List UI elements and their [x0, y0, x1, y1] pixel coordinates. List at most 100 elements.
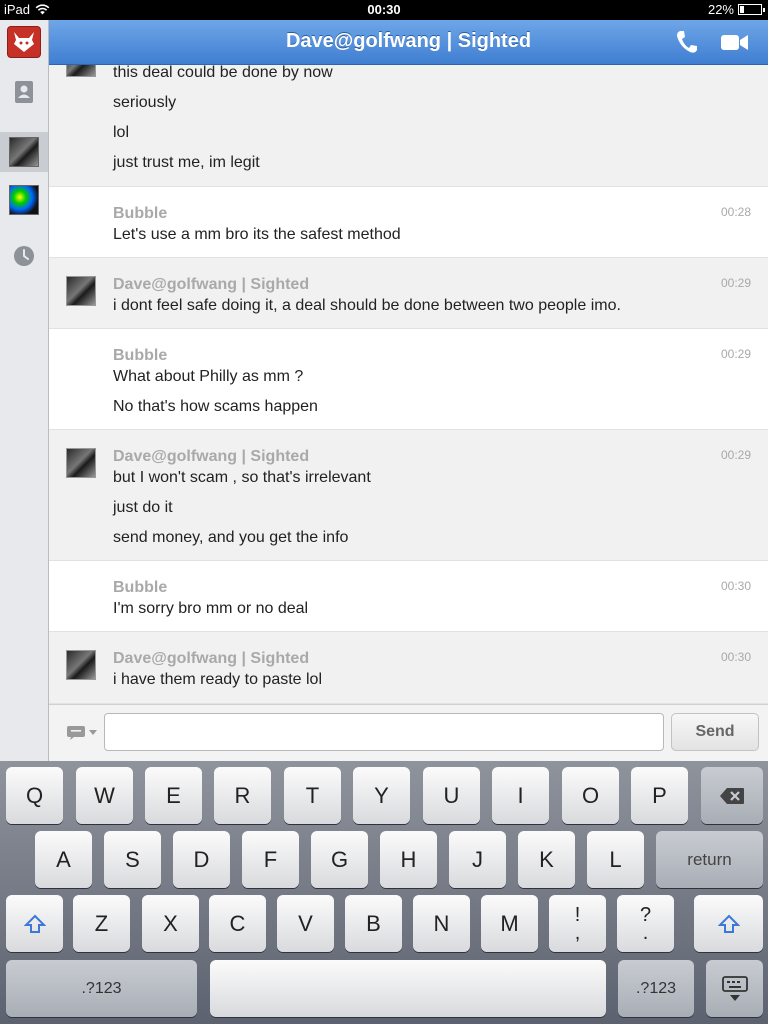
message-text: i dont feel safe doing it, a deal should…: [113, 297, 621, 314]
keyboard-dismiss-icon: [721, 975, 748, 1001]
key-p[interactable]: P: [631, 767, 688, 824]
message-sender: Dave@golfwang | Sighted: [113, 448, 310, 465]
message-text: just trust me, im legit: [113, 154, 260, 171]
on-screen-keyboard: Q W E R T Y U I O P A S D F G H J K L re…: [0, 761, 768, 1024]
return-key[interactable]: return: [656, 831, 763, 888]
key-i[interactable]: I: [492, 767, 549, 824]
app: Dave@golfwang | Sighted this deal could …: [0, 20, 768, 761]
message-text: just do it: [113, 499, 173, 516]
status-right: 22%: [707, 2, 765, 17]
shift-icon: [717, 914, 740, 933]
contacts-button[interactable]: [0, 72, 48, 112]
key-a[interactable]: A: [35, 831, 92, 888]
key-l[interactable]: L: [587, 831, 644, 888]
key-k[interactable]: K: [518, 831, 575, 888]
message-text: send money, and you get the info: [113, 529, 349, 546]
key-t[interactable]: T: [284, 767, 341, 824]
backspace-icon: [720, 787, 744, 804]
recent-button[interactable]: [0, 236, 48, 276]
message-text: seriously: [113, 94, 177, 111]
avatar: [66, 650, 96, 680]
emoticon-button[interactable]: [57, 716, 105, 750]
message-group: Bubble 00:29 What about Philly as mm ? N…: [49, 329, 768, 430]
message-text: this deal could be done by now: [113, 65, 333, 81]
status-time: 00:30: [367, 2, 401, 17]
clock-icon: [14, 246, 34, 266]
dismiss-keyboard-key[interactable]: [706, 960, 763, 1017]
key-h[interactable]: H: [380, 831, 437, 888]
backspace-key[interactable]: [701, 767, 763, 824]
shift-key-left[interactable]: [6, 895, 63, 952]
key-y[interactable]: Y: [353, 767, 410, 824]
message-sender: Bubble: [113, 205, 168, 222]
key-s[interactable]: S: [104, 831, 161, 888]
avatar: [66, 448, 96, 478]
key-b[interactable]: B: [345, 895, 402, 952]
conversation-title: Dave@golfwang | Sighted: [285, 30, 532, 52]
key-exclamation-comma[interactable]: ! ,: [549, 895, 606, 952]
status-bar: iPad 00:30 22%: [0, 0, 768, 20]
key-r[interactable]: R: [214, 767, 271, 824]
message-time: 00:30: [720, 579, 751, 593]
key-q[interactable]: Q: [6, 767, 63, 824]
message-text: I'm sorry bro mm or no deal: [113, 600, 309, 617]
key-e[interactable]: E: [145, 767, 202, 824]
key-w[interactable]: W: [76, 767, 133, 824]
numbers-key-right[interactable]: .?123: [618, 960, 694, 1017]
devil-icon[interactable]: [7, 26, 41, 58]
message-sender: Bubble: [113, 579, 168, 596]
avatar: [66, 276, 96, 306]
key-u[interactable]: U: [423, 767, 480, 824]
avatar: [9, 137, 39, 167]
message-time: 00:29: [720, 448, 751, 462]
sidebar: [0, 20, 49, 761]
video-call-icon[interactable]: [720, 29, 750, 55]
battery-icon: [738, 4, 765, 15]
avatar: [9, 185, 39, 215]
key-x[interactable]: X: [142, 895, 199, 952]
chat-header: Dave@golfwang | Sighted: [49, 20, 768, 65]
key-v[interactable]: V: [277, 895, 334, 952]
space-key[interactable]: [210, 960, 606, 1017]
message-sender: Bubble: [113, 347, 168, 364]
shift-icon: [23, 914, 46, 933]
send-button[interactable]: Send: [671, 713, 759, 751]
key-g[interactable]: G: [311, 831, 368, 888]
message-group: Dave@golfwang | Sighted 00:29 i dont fee…: [49, 258, 768, 329]
key-d[interactable]: D: [173, 831, 230, 888]
contacts-icon: [15, 81, 33, 103]
composer: Send: [49, 704, 768, 761]
phone-icon[interactable]: [675, 29, 699, 55]
numbers-key-left[interactable]: .?123: [6, 960, 197, 1017]
battery-level: [740, 6, 745, 13]
key-z[interactable]: Z: [73, 895, 130, 952]
key-j[interactable]: J: [449, 831, 506, 888]
message-input[interactable]: [104, 713, 664, 751]
key-o[interactable]: O: [562, 767, 619, 824]
message-group: Dave@golfwang | Sighted 00:30 i have the…: [49, 632, 768, 704]
message-group: Bubble 00:30 I'm sorry bro mm or no deal: [49, 561, 768, 632]
key-glyph-top: !: [574, 903, 581, 926]
sidebar-item-conversation-other[interactable]: [0, 180, 48, 220]
key-question-period[interactable]: ? .: [617, 895, 674, 952]
message-list[interactable]: this deal could be done by now seriously…: [49, 65, 768, 704]
key-f[interactable]: F: [242, 831, 299, 888]
battery-percent: 22%: [707, 2, 734, 17]
avatar: [66, 65, 96, 77]
message-text: lol: [113, 124, 130, 141]
key-n[interactable]: N: [413, 895, 470, 952]
message-text: but I won't scam , so that's irrelevant: [113, 469, 371, 486]
key-glyph-bottom: .: [642, 921, 649, 944]
message-text: i have them ready to paste lol: [113, 671, 323, 688]
shift-key-right[interactable]: [694, 895, 763, 952]
sidebar-item-conversation-dave[interactable]: [0, 132, 48, 172]
message-sender: Dave@golfwang | Sighted: [113, 650, 310, 667]
chevron-down-icon: [88, 730, 97, 735]
message-time: 00:28: [720, 205, 751, 219]
message-group: this deal could be done by now seriously…: [49, 65, 768, 187]
message-time: 00:29: [720, 276, 751, 290]
message-text: What about Philly as mm ?: [113, 368, 304, 385]
message-sender: Dave@golfwang | Sighted: [113, 276, 310, 293]
key-m[interactable]: M: [481, 895, 538, 952]
key-c[interactable]: C: [209, 895, 266, 952]
